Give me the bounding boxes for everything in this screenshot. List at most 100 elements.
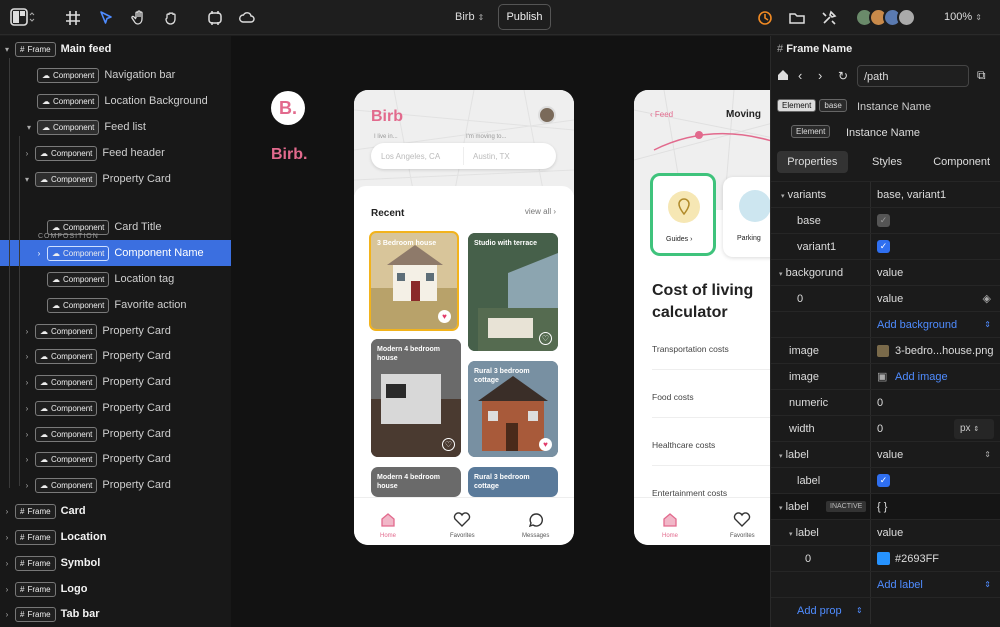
layer-row[interactable]: › # Frame Logo — [0, 576, 231, 602]
add-image-button[interactable]: Add image — [895, 371, 948, 383]
layer-row[interactable]: ☁ Component Location Background — [0, 88, 231, 114]
open-external-icon[interactable]: ⧉ — [977, 68, 986, 83]
add-prop-button[interactable]: Add prop — [797, 605, 842, 617]
location-frame[interactable]: ‹ Feed Moving Guides › Parking Cost of l… — [634, 90, 770, 545]
guides-button[interactable]: Guides › — [650, 173, 716, 256]
components-icon[interactable] — [206, 9, 224, 27]
layer-row[interactable]: ▾ ☁ Component Feed list — [0, 114, 231, 140]
cost-item[interactable]: Healthcare costs — [652, 440, 770, 466]
profile-avatar[interactable] — [538, 106, 556, 124]
prop-label-sub[interactable]: label ✓ — [771, 467, 1000, 494]
property-card[interactable]: 3 Bedroom house ♥ — [369, 231, 459, 331]
layer-row[interactable]: › ☁ Component Property Card — [0, 395, 231, 421]
layer-row[interactable]: ☁ Component Navigation bar — [0, 62, 231, 88]
expand-caret-icon[interactable]: › — [22, 404, 32, 413]
tab-component[interactable]: Component — [926, 151, 997, 173]
layer-row[interactable]: › ☁ Component Property Card — [0, 446, 231, 472]
expand-caret-icon[interactable]: › — [2, 559, 12, 568]
layer-row[interactable]: › ☁ Component Property Card — [0, 472, 231, 498]
view-all-link[interactable]: view all › — [525, 207, 556, 216]
layer-row[interactable]: › ☁ Component Component Name — [0, 240, 231, 266]
unit-select[interactable]: px ⇕ — [954, 418, 994, 439]
add-background-button[interactable]: Add background — [877, 319, 957, 331]
moving-to-value[interactable]: Austin, TX — [473, 152, 510, 161]
expand-caret-icon[interactable]: › — [34, 249, 44, 258]
prop-background-0[interactable]: 0 value ◈ — [771, 285, 1000, 312]
history-icon[interactable] — [756, 9, 774, 27]
prop-color[interactable]: 0 #2693FF — [771, 545, 1000, 572]
zoom-level[interactable]: 100% ⇕ — [944, 11, 982, 23]
expand-caret-icon[interactable]: › — [22, 327, 32, 336]
expand-caret-icon[interactable]: › — [22, 149, 32, 158]
label-checkbox[interactable]: ✓ — [877, 474, 890, 487]
prop-image[interactable]: image 3-bedro...house.png — [771, 337, 1000, 364]
layer-row[interactable]: › # Frame Tab bar — [0, 601, 231, 627]
layer-row[interactable]: › ☁ Component Property Card — [0, 318, 231, 344]
add-background-row[interactable]: Add background ⇕ — [771, 311, 1000, 338]
tab-messages[interactable]: Messages — [522, 512, 549, 539]
project-title[interactable]: Birb ⇕ — [455, 11, 484, 23]
main-feed-frame[interactable]: Birb I live in... I'm moving to... Los A… — [354, 90, 574, 545]
path-input[interactable]: /path — [857, 65, 969, 87]
layout-menu-icon[interactable] — [10, 8, 35, 26]
variant1-checkbox[interactable]: ✓ — [877, 240, 890, 253]
hand-tool-icon[interactable] — [130, 9, 148, 27]
layer-row[interactable]: › # Frame Card — [0, 498, 231, 524]
add-label-button[interactable]: Add label — [877, 579, 923, 591]
layer-row[interactable]: ☁ Component Favorite action — [0, 292, 231, 318]
layer-row[interactable]: › ☁ Component Property Card — [0, 343, 231, 369]
layer-row[interactable]: ☁ Component Card Title — [0, 214, 231, 240]
element-child-badge[interactable]: Element — [791, 125, 831, 138]
tab-properties[interactable]: Properties — [777, 151, 848, 173]
tab-home[interactable]: Home — [380, 512, 396, 539]
layer-row[interactable]: › # Frame Symbol — [0, 550, 231, 576]
layer-row[interactable]: › ☁ Component Property Card — [0, 369, 231, 395]
back-arrow-icon[interactable]: ‹ — [798, 68, 802, 83]
prop-background[interactable]: ▾ backgorund value — [771, 259, 1000, 286]
tab-home[interactable]: Home — [662, 512, 678, 539]
property-card[interactable]: Studio with terrace ♡ — [468, 233, 558, 351]
property-card[interactable]: Rural 3 bedroom cottage — [468, 467, 558, 497]
expand-caret-icon[interactable]: › — [2, 585, 12, 594]
publish-button[interactable]: Publish — [498, 4, 551, 30]
collapse-caret-icon[interactable]: ▾ — [24, 123, 34, 132]
tab-favorites[interactable]: Favorites — [730, 512, 755, 539]
prop-label[interactable]: ▾ label value ⇕ — [771, 441, 1000, 468]
share-icon[interactable] — [897, 8, 916, 27]
prop-numeric[interactable]: numeric 0 — [771, 389, 1000, 416]
property-card[interactable]: Rural 3 bedroom cottage ♥ — [468, 361, 558, 457]
design-canvas[interactable]: B. Birb. Birb I live in... I'm moving to… — [231, 36, 770, 627]
prop-label-nested[interactable]: ▾ label value — [771, 519, 1000, 546]
select-tool-icon[interactable] — [97, 9, 115, 27]
logo-wordmark[interactable]: Birb. — [271, 146, 307, 164]
favorite-heart-icon[interactable]: ♡ — [442, 438, 455, 451]
add-prop-row[interactable]: Add prop ⇕ — [771, 597, 1000, 624]
cloud-icon[interactable] — [238, 9, 256, 27]
expand-caret-icon[interactable]: › — [22, 352, 32, 361]
prop-variant1[interactable]: variant1 ✓ — [771, 233, 1000, 260]
expand-caret-icon[interactable]: › — [22, 455, 32, 464]
home-icon[interactable] — [777, 69, 789, 81]
color-swatch[interactable] — [877, 552, 890, 565]
cost-item[interactable]: Transportation costs — [652, 344, 770, 370]
tab-styles[interactable]: Styles — [852, 151, 923, 173]
logo-symbol[interactable]: B. — [271, 91, 305, 125]
prop-image-2[interactable]: image ▣ Add image — [771, 363, 1000, 390]
expand-caret-icon[interactable]: › — [2, 533, 12, 542]
favorite-heart-icon[interactable]: ♥ — [438, 310, 451, 323]
location-picker[interactable]: Los Angeles, CA Austin, TX — [371, 143, 556, 169]
expand-caret-icon[interactable]: › — [22, 430, 32, 439]
favorite-heart-icon[interactable]: ♡ — [539, 332, 552, 345]
layer-row[interactable]: › # Frame Location — [0, 524, 231, 550]
tab-favorites[interactable]: Favorites — [450, 512, 475, 539]
drag-handle-icon[interactable]: ◈ — [983, 292, 991, 305]
favorite-heart-icon[interactable]: ♥ — [539, 438, 552, 451]
property-card[interactable]: Modern 4 bedroom house ♡ — [371, 339, 461, 457]
live-in-value[interactable]: Los Angeles, CA — [381, 152, 440, 161]
layer-row[interactable]: ▾ # Frame Main feed — [0, 36, 231, 62]
grab-tool-icon[interactable] — [162, 9, 180, 27]
expand-caret-icon[interactable]: › — [22, 378, 32, 387]
layer-row[interactable]: › ☁ Component Feed header — [0, 140, 231, 166]
layer-row[interactable]: ☁ Component Location tag — [0, 266, 231, 292]
property-card[interactable]: Modern 4 bedroom house — [371, 467, 461, 497]
